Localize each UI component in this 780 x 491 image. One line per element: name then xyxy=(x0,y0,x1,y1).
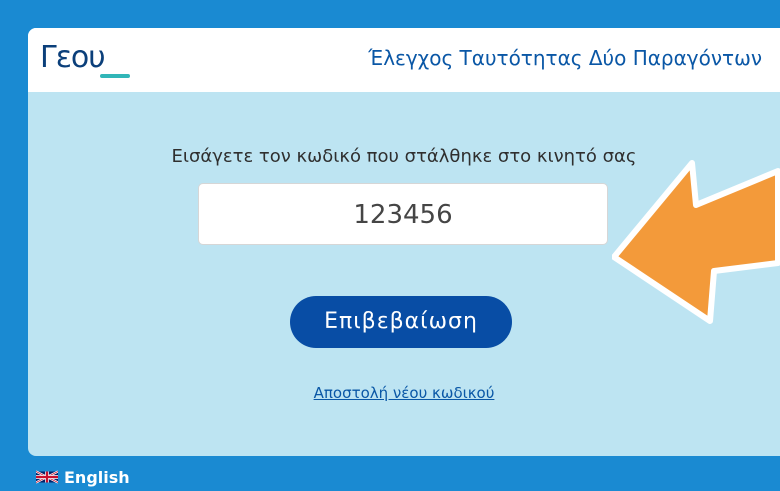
verification-code-input[interactable]: 123456 xyxy=(198,183,608,245)
card-header: Γεου Έλεγχος Ταυτότητας Δύο Παραγόντων xyxy=(28,28,780,92)
annotation-arrow-icon xyxy=(612,160,780,324)
uk-flag-icon xyxy=(36,470,58,484)
language-label: English xyxy=(64,467,130,487)
resend-code-link[interactable]: Αποστολή νέου κωδικού xyxy=(28,384,780,402)
logo-accent-bar xyxy=(100,74,130,78)
gsis-logo: Γεου xyxy=(40,40,130,80)
logo-text: Γεου xyxy=(40,40,106,75)
language-switch[interactable]: English xyxy=(36,466,130,488)
page-title: Έλεγχος Ταυτότητας Δύο Παραγόντων xyxy=(368,46,762,70)
confirm-button[interactable]: Επιβεβαίωση xyxy=(290,296,512,348)
